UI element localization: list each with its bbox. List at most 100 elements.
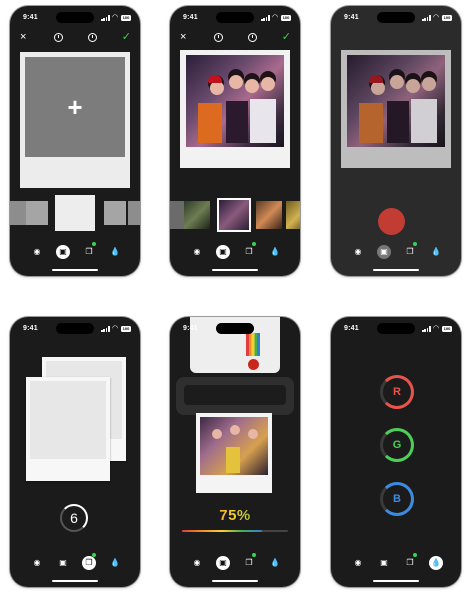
photo-person (422, 77, 436, 91)
photo-person (212, 429, 222, 439)
stack-icon[interactable]: ❐ (242, 245, 256, 259)
photo-frame-icon[interactable]: ▣ (377, 556, 391, 570)
home-indicator (52, 579, 98, 582)
camera-icon[interactable]: ◉ (30, 245, 44, 259)
photo-person (210, 81, 224, 95)
home-indicator (212, 579, 258, 582)
stack-icon[interactable]: ❐ (242, 556, 256, 570)
confirm-button[interactable]: ✓ (282, 30, 291, 44)
printed-photo (196, 413, 272, 493)
notification-dot (252, 242, 256, 246)
stack-icon[interactable]: ❐ (82, 556, 96, 570)
drop-icon[interactable]: 💧 (429, 245, 443, 259)
drop-icon[interactable]: 💧 (108, 556, 122, 570)
blue-channel-ring[interactable]: B (380, 482, 414, 516)
shutter-button[interactable] (378, 208, 405, 235)
polaroid-frame (180, 50, 290, 168)
status-bar: 9:41 ◠ 100 (170, 6, 300, 28)
drop-icon[interactable]: 💧 (108, 245, 122, 259)
photo-frame-icon[interactable]: ▣ (56, 556, 70, 570)
phone-screen-printing: 9:41 75% ◉ ▣ ❐ 💧 (170, 317, 300, 587)
home-indicator (373, 579, 419, 582)
santa-hat (369, 75, 383, 83)
close-button[interactable]: × (20, 30, 26, 44)
stack-icon[interactable]: ❐ (403, 556, 417, 570)
drop-icon[interactable]: 💧 (429, 556, 443, 570)
notification-dot (92, 242, 96, 246)
signal-icon (261, 15, 270, 21)
green-channel-label: G (392, 439, 402, 451)
printer-mouth (184, 385, 286, 405)
close-button[interactable]: × (180, 30, 186, 44)
battery-icon: 100 (121, 15, 131, 21)
phone-screen-film-pack: 9:41 ◠ 100 6 ◉ ▣ ❐ 💧 (10, 317, 140, 587)
group-photo (186, 55, 284, 147)
phone-screen-empty-frame: 9:41 ◠ 100 × ✓ + ◉ ▣ ❐ 💧 (10, 6, 140, 276)
phone-screen-capture: 9:41 ◠ 100 ◉ ▣ ❐ 💧 (331, 6, 461, 276)
filter-picker (170, 198, 300, 232)
drop-icon[interactable]: 💧 (268, 556, 282, 570)
frame-option[interactable] (104, 201, 126, 225)
timer-icon[interactable] (248, 33, 257, 42)
counter-value: 6 (70, 510, 78, 526)
phone-screen-photo-editor: 9:41 ◠ 100 × ✓ ◉ ▣ ❐ 💧 (170, 6, 300, 276)
editor-toolbar: × ✓ (10, 30, 140, 46)
photo-clothing (226, 101, 248, 143)
timer-icon[interactable] (88, 33, 97, 42)
photo-frame-icon[interactable]: ▣ (377, 245, 391, 259)
plus-icon: + (67, 92, 83, 122)
film-card-window (30, 381, 106, 459)
camera-icon[interactable]: ◉ (351, 556, 365, 570)
group-photo (347, 55, 445, 147)
editor-toolbar: × ✓ (170, 30, 300, 46)
frame-option-selected[interactable] (55, 195, 95, 231)
photo-person (230, 425, 240, 435)
dynamic-island (56, 323, 94, 334)
timer-icon[interactable] (214, 33, 223, 42)
battery-icon: 100 (442, 326, 452, 332)
battery-icon: 100 (121, 326, 131, 332)
red-channel-ring[interactable]: R (380, 375, 414, 409)
status-bar: 9:41 ◠ 100 (331, 6, 461, 28)
notification-dot (252, 553, 256, 557)
filter-thumbnail-selected[interactable] (217, 198, 251, 232)
filter-thumbnail[interactable] (184, 201, 210, 229)
photo-clothing (226, 447, 240, 473)
camera-icon[interactable]: ◉ (351, 245, 365, 259)
stack-icon[interactable]: ❐ (82, 245, 96, 259)
filter-thumbnail[interactable] (256, 201, 282, 229)
stack-icon[interactable]: ❐ (403, 245, 417, 259)
dynamic-island (377, 12, 415, 23)
film-card[interactable] (26, 377, 110, 481)
polaroid-frame (341, 50, 451, 168)
photo-frame-icon[interactable]: ▣ (216, 556, 230, 570)
photo-frame-icon[interactable]: ▣ (216, 245, 230, 259)
photo-clothing (387, 101, 409, 143)
tab-bar: ◉ ▣ ❐ 💧 (331, 242, 461, 262)
printer-slot (176, 377, 294, 415)
phone-screen-color-channels: 9:41 ◠ 100 R G B ◉ ▣ ❐ 💧 (331, 317, 461, 587)
confirm-button[interactable]: ✓ (122, 30, 131, 44)
print-progress-percent: 75% (170, 507, 300, 524)
photo-frame-icon[interactable]: ▣ (56, 245, 70, 259)
signal-icon (422, 326, 431, 332)
filter-thumbnail[interactable] (286, 201, 300, 229)
tab-bar: ◉ ▣ ❐ 💧 (10, 553, 140, 573)
green-channel-ring[interactable]: G (380, 428, 414, 462)
camera-icon[interactable]: ◉ (30, 556, 44, 570)
drop-icon[interactable]: 💧 (268, 245, 282, 259)
wifi-icon: ◠ (112, 325, 119, 332)
photo-person (406, 79, 420, 93)
timer-icon[interactable] (54, 33, 63, 42)
frame-option[interactable] (26, 201, 48, 225)
status-time: 9:41 (23, 325, 38, 332)
frame-option[interactable] (128, 201, 140, 225)
dynamic-island (56, 12, 94, 23)
status-bar: 9:41 ◠ 100 (331, 317, 461, 339)
camera-icon[interactable]: ◉ (190, 556, 204, 570)
add-photo-slot[interactable]: + (25, 57, 125, 157)
wifi-icon: ◠ (433, 325, 440, 332)
camera-icon[interactable]: ◉ (190, 245, 204, 259)
status-icons: ◠ 100 (101, 14, 131, 21)
photo-person (245, 79, 259, 93)
